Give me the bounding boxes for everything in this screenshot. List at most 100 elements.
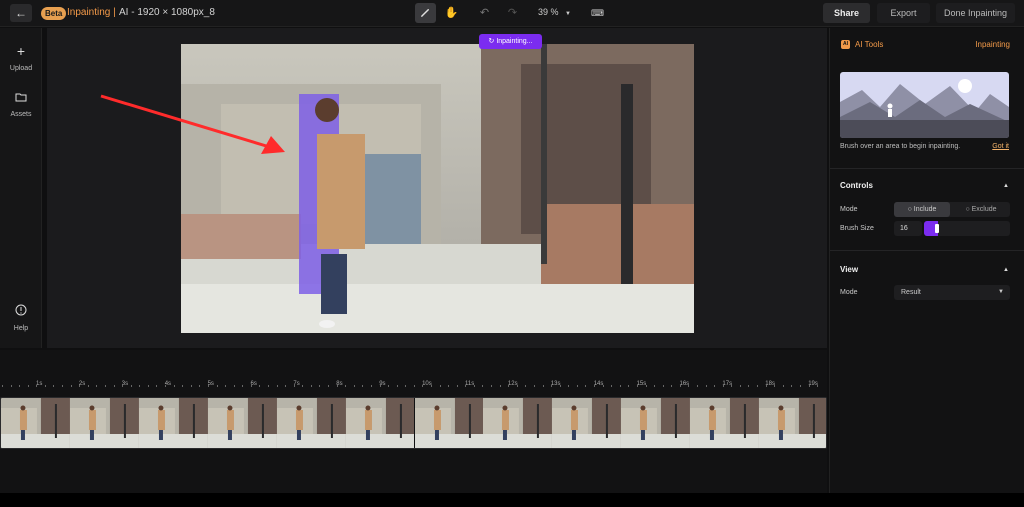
tick-mark (714, 385, 716, 387)
tick-mark (585, 385, 587, 387)
tick-mark (396, 385, 398, 387)
tick-mark (302, 385, 304, 387)
tick-mark (216, 385, 218, 387)
tick-mark (671, 385, 673, 387)
tick-mark (525, 385, 527, 387)
spinner-icon: ↻ (488, 38, 495, 45)
view-mode-label: Mode (840, 289, 858, 296)
tick-mark (739, 385, 741, 387)
tick-mark (619, 385, 621, 387)
assets-button[interactable]: Assets (0, 88, 42, 118)
assets-label: Assets (10, 111, 32, 118)
annotation-arrow (100, 94, 285, 154)
tick-mark (10, 385, 12, 387)
tick-mark (370, 385, 372, 387)
tick-mark (62, 385, 64, 387)
tick-mark (748, 385, 750, 387)
brush-icon (421, 9, 429, 17)
redo-icon: ↷ (507, 7, 518, 19)
undo-button[interactable]: ↶ (474, 3, 495, 23)
mode-title: Inpainting | (67, 7, 116, 18)
tick-mark (53, 385, 55, 387)
tick-label: 18s (765, 381, 775, 387)
brush-tool-button[interactable] (415, 3, 436, 23)
tick-mark (799, 385, 801, 387)
tick-mark (439, 385, 441, 387)
tick-mark (345, 385, 347, 387)
zoom-select[interactable]: 39 % ▼ (538, 7, 571, 17)
timeline-ruler[interactable]: 1s 2s 3s 4s 5s 6s 7s 8s 9s 10s 11s 12s 13s 14s 15s 16s 1… (0, 379, 827, 393)
folder-icon (0, 88, 42, 106)
chevron-down-icon: ▼ (998, 289, 1004, 295)
tick-mark (568, 385, 570, 387)
done-inpainting-button[interactable]: Done Inpainting (936, 3, 1015, 23)
video-filmstrip[interactable] (0, 397, 827, 449)
tick-label: 8s (336, 381, 343, 387)
filmstrip-frame (552, 398, 622, 448)
collapse-controls-icon[interactable]: ▲ (1003, 183, 1009, 189)
help-icon (0, 302, 42, 320)
tick-mark (190, 385, 192, 387)
tick-mark (276, 385, 278, 387)
keyboard-button[interactable]: ⌨ (587, 3, 608, 23)
hand-tool-button[interactable]: ✋ (441, 3, 462, 23)
brush-size-slider[interactable] (924, 221, 1010, 236)
inpainting-illustration (840, 72, 1009, 138)
divider (830, 250, 1024, 251)
tick-mark (27, 385, 29, 387)
tick-mark (285, 385, 287, 387)
filmstrip-frame (69, 398, 139, 448)
tick-mark (113, 385, 115, 387)
filmstrip-frame (138, 398, 208, 448)
bottom-strip (0, 493, 1024, 507)
ai-icon: AI (841, 40, 850, 49)
include-icon: ○ (907, 206, 912, 213)
tick-mark (576, 385, 578, 387)
view-title: View (840, 265, 859, 274)
tick-mark (310, 385, 312, 387)
inpainting-status-text: Inpainting... (496, 38, 533, 45)
help-label: Help (13, 325, 29, 332)
tick-label: 9s (379, 381, 386, 387)
arrow-left-icon: ← (15, 6, 27, 20)
panel-title: AI Tools (855, 40, 884, 49)
mode-label: Mode (840, 206, 858, 213)
chevron-down-icon: ▼ (565, 11, 571, 17)
tick-mark (259, 385, 261, 387)
brush-size-input[interactable]: 16 (894, 221, 922, 236)
tick-mark (353, 385, 355, 387)
redo-button[interactable]: ↷ (502, 3, 523, 23)
brush-size-handle[interactable] (935, 224, 939, 233)
view-mode-select[interactable]: Result ▼ (894, 285, 1010, 300)
timeline: 1s 2s 3s 4s 5s 6s 7s 8s 9s 10s 11s 12s 13s 14s 15s 16s 1… (0, 350, 827, 493)
collapse-view-icon[interactable]: ▲ (1003, 267, 1009, 273)
include-option[interactable]: ○ Include (894, 202, 950, 217)
exclude-option[interactable]: ○ Exclude (953, 202, 1009, 217)
filmstrip-frame (414, 398, 484, 448)
hand-icon: ✋ (444, 7, 459, 19)
tick-mark (156, 385, 158, 387)
tick-mark (654, 385, 656, 387)
filmstrip-frame (276, 398, 346, 448)
tick-mark (147, 385, 149, 387)
panel-mode: Inpainting (975, 40, 1010, 49)
tick-mark (499, 385, 501, 387)
tick-mark (662, 385, 664, 387)
share-button[interactable]: Share (823, 3, 870, 23)
upload-button[interactable]: + Upload (0, 42, 42, 72)
tick-mark (628, 385, 630, 387)
tick-mark (757, 385, 759, 387)
export-button[interactable]: Export (877, 3, 930, 23)
filmstrip-frame (759, 398, 826, 448)
back-button[interactable]: ← (10, 4, 32, 22)
got-it-link[interactable]: Got it (992, 143, 1009, 150)
tick-label: 10s (422, 381, 432, 387)
tick-mark (533, 385, 535, 387)
tick-label: 4s (164, 381, 172, 387)
filmstrip-frame (690, 398, 760, 448)
tick-label: 5s (207, 381, 214, 387)
help-button[interactable]: Help (0, 302, 42, 332)
tick-mark (542, 385, 544, 387)
include-label: Include (913, 206, 937, 213)
tick-label: 13s (550, 381, 561, 387)
